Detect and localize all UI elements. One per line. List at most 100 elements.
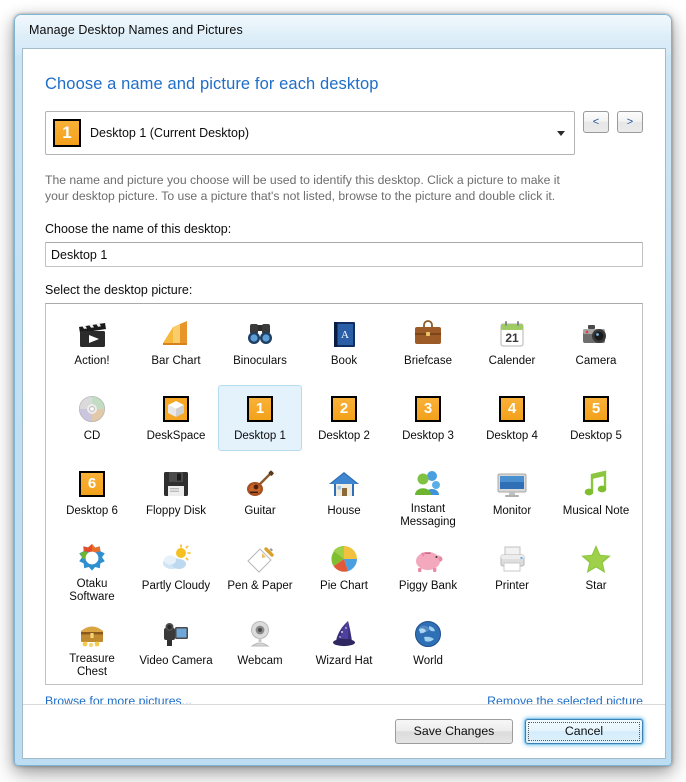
picture-caption: Otaku Software [69,578,115,603]
wizard-hat-icon [327,617,361,651]
svg-text:A: A [341,329,349,341]
title-bar[interactable]: Manage Desktop Names and Pictures [15,15,671,49]
house-icon [327,467,361,501]
picture-cell[interactable]: 21 Calender [470,310,554,376]
briefcase-icon [411,317,445,351]
cancel-button-label: Cancel [564,724,604,738]
picture-caption: Webcam [237,655,283,667]
picture-caption: Pen & Paper [227,580,293,592]
picture-cell[interactable]: Floppy Disk [134,460,218,526]
picture-grid[interactable]: Action! Bar Chart Binoculars A Book Brie… [45,303,643,685]
picture-caption: Monitor [492,505,532,517]
picture-cell[interactable]: Otaku Software [50,535,134,603]
picture-caption: Instant Messaging [400,503,456,528]
dialog-window: Manage Desktop Names and Pictures Choose… [14,14,672,766]
instant-messaging-icon [411,467,445,499]
picture-cell[interactable]: Monitor [470,460,554,526]
video-camera-icon [159,617,193,651]
picture-caption: Desktop 3 [402,430,454,442]
floppy-disk-icon [159,467,193,501]
desktop-number-tile-icon: 1 [53,119,81,147]
picture-cell[interactable]: Camera [554,310,638,376]
picture-cell[interactable]: Webcam [218,610,302,676]
number-tile-value: 3 [417,398,439,420]
cd-icon [75,392,109,426]
picture-cell[interactable]: 6 Desktop 6 [50,460,134,526]
content-pane: Choose a name and picture for each deskt… [23,49,665,708]
picture-cell[interactable]: 3 Desktop 3 [386,385,470,451]
number-tile-icon: 4 [499,396,525,422]
number-tile-value: 1 [249,398,271,420]
picture-cell[interactable]: Guitar [218,460,302,526]
picture-cell[interactable]: 4 Desktop 4 [470,385,554,451]
previous-desktop-button[interactable]: < [583,111,609,133]
picture-cell[interactable]: Musical Note [554,460,638,526]
picture-cell[interactable]: Wizard Hat [302,610,386,676]
binoculars-icon [243,317,277,351]
cube-icon [159,392,193,426]
picture-cell[interactable]: 5 Desktop 5 [554,385,638,451]
number-tile-icon: 5 [583,396,609,422]
world-icon [411,617,445,651]
picture-caption: Video Camera [139,655,213,667]
picture-cell[interactable]: Treasure Chest [50,610,134,678]
number-tile-value: 2 [333,398,355,420]
picture-cell[interactable]: 1 Desktop 1 [218,385,302,451]
number-tile-value: 5 [585,398,607,420]
picture-caption: Action! [74,355,110,367]
picture-cell[interactable]: Binoculars [218,310,302,376]
picture-cell[interactable]: Briefcase [386,310,470,376]
picture-caption: Treasure Chest [69,653,115,678]
picture-cell[interactable]: DeskSpace [134,385,218,451]
monitor-icon [495,467,529,501]
picture-caption: Book [330,355,358,367]
footer-command-bar: Save Changes Cancel [23,704,665,758]
next-desktop-button[interactable]: > [617,111,643,133]
desktop-name-label: Choose the name of this desktop: [45,222,232,236]
picture-caption: Desktop 4 [486,430,538,442]
picture-caption: House [327,505,361,517]
number-tile-icon: 3 [415,396,441,422]
save-changes-button[interactable]: Save Changes [395,719,513,744]
picture-cell[interactable]: Action! [50,310,134,376]
treasure-chest-icon [75,617,109,649]
camera-icon [579,317,613,351]
picture-caption: Pie Chart [320,580,368,592]
picture-caption: Wizard Hat [315,655,373,667]
picture-cell[interactable]: 2 Desktop 2 [302,385,386,451]
picture-cell[interactable]: Printer [470,535,554,601]
desktop-backdrop: Manage Desktop Names and Pictures Choose… [0,0,686,782]
picture-cell[interactable]: Bar Chart [134,310,218,376]
number-tile-icon: 1 [243,392,277,426]
description-text: The name and picture you choose will be … [45,173,560,203]
number-tile-icon: 4 [495,392,529,426]
number-tile-icon: 1 [247,396,273,422]
picture-caption: Floppy Disk [145,505,207,517]
picture-cell[interactable]: Piggy Bank [386,535,470,601]
cancel-button[interactable]: Cancel [525,719,643,744]
picture-cell[interactable]: House [302,460,386,526]
star-icon [579,542,613,576]
picture-caption: Calender [488,355,536,367]
partly-cloudy-icon [159,542,193,576]
client-area: Choose a name and picture for each deskt… [22,48,666,759]
printer-icon [495,542,529,576]
piggy-bank-icon [411,542,445,576]
picture-cell[interactable]: World [386,610,470,676]
picture-cell[interactable]: Pie Chart [302,535,386,601]
picture-cell[interactable]: Video Camera [134,610,218,676]
picture-cell[interactable]: Instant Messaging [386,460,470,528]
picture-cell[interactable]: Partly Cloudy [134,535,218,601]
number-tile-value: 6 [81,473,103,495]
picture-cell[interactable]: Star [554,535,638,601]
picture-caption: DeskSpace [146,430,206,442]
picture-section-label: Select the desktop picture: [45,283,193,297]
picture-cell[interactable]: Pen & Paper [218,535,302,601]
number-tile-value: 4 [501,398,523,420]
picture-caption: Star [585,580,607,592]
pie-chart-icon [327,542,361,576]
picture-cell[interactable]: A Book [302,310,386,376]
picture-cell[interactable]: CD [50,385,134,451]
desktop-dropdown[interactable]: 1 Desktop 1 (Current Desktop) [45,111,575,155]
desktop-name-input[interactable] [45,242,643,267]
